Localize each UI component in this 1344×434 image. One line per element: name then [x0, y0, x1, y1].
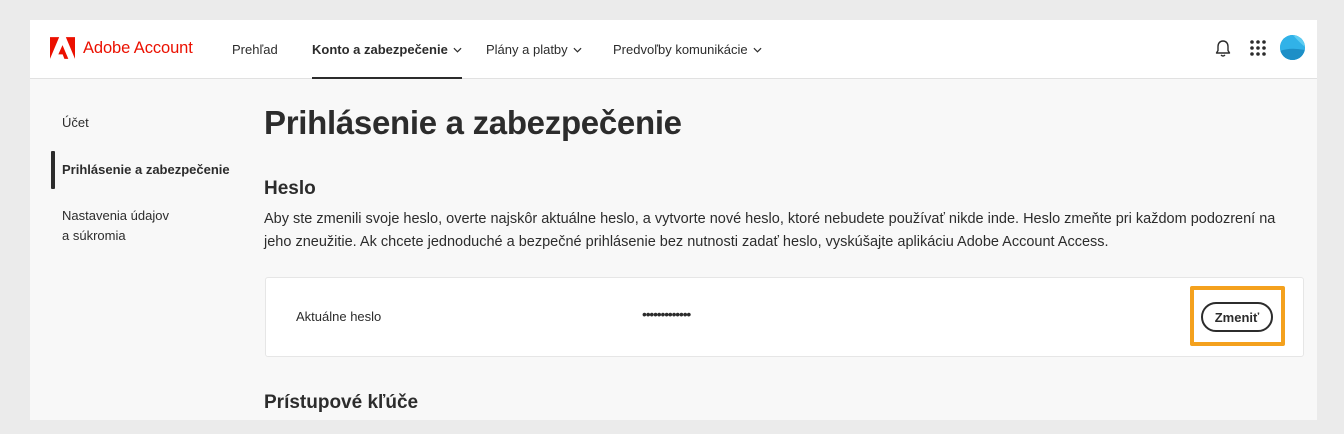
page-title: Prihlásenie a zabezpečenie	[264, 104, 682, 141]
nav-item-account-security[interactable]: Konto a zabezpečenie	[312, 20, 462, 79]
password-heading: Heslo	[264, 178, 316, 199]
adobe-logo-icon	[50, 37, 75, 59]
brand-name: Adobe Account	[83, 38, 193, 57]
sidebar-active-indicator	[51, 151, 55, 189]
current-password-value: •••••••••••••	[642, 306, 691, 322]
passkeys-heading: Prístupové kľúče	[264, 392, 419, 413]
top-navigation: Adobe Account Prehľad Konto a zabezpečen…	[30, 20, 1317, 79]
sidebar-item-label: Účet	[62, 115, 89, 130]
sidebar-item-label: Nastavenia údajov	[62, 208, 169, 223]
avatar-image-icon	[1280, 35, 1305, 60]
current-password-card: Aktuálne heslo ••••••••••••• Zmeniť	[265, 277, 1304, 357]
chevron-down-icon	[453, 47, 462, 53]
nav-item-label: Prehľad	[232, 42, 278, 57]
sidebar-item-account[interactable]: Účet	[62, 113, 89, 133]
bell-icon[interactable]	[1214, 39, 1232, 58]
sidebar-item-label-line2: a súkromia	[62, 228, 126, 243]
apps-grid-icon[interactable]	[1249, 39, 1267, 57]
nav-item-label: Plány a platby	[486, 42, 568, 57]
chevron-down-icon	[753, 47, 762, 53]
nav-item-overview[interactable]: Prehľad	[232, 20, 278, 79]
brand-logo[interactable]: Adobe Account	[50, 37, 193, 59]
chevron-down-icon	[573, 47, 582, 53]
avatar[interactable]	[1280, 35, 1305, 60]
nav-item-label: Predvoľby komunikácie	[613, 42, 748, 57]
nav-item-plans-payments[interactable]: Plány a platby	[486, 20, 582, 79]
app-frame: Adobe Account Prehľad Konto a zabezpečen…	[30, 20, 1317, 420]
sidebar-item-data-privacy[interactable]: Nastavenia údajov a súkromia	[62, 206, 169, 246]
nav-item-communication-preferences[interactable]: Predvoľby komunikácie	[613, 20, 762, 79]
password-description: Aby ste zmenili svoje heslo, overte najs…	[264, 211, 1276, 250]
sidebar-item-sign-in-security[interactable]: Prihlásenie a zabezpečenie	[62, 160, 230, 180]
current-password-label: Aktuálne heslo	[296, 309, 382, 324]
sidebar-item-label: Prihlásenie a zabezpečenie	[62, 162, 230, 177]
change-password-button[interactable]: Zmeniť	[1201, 302, 1273, 332]
nav-item-label: Konto a zabezpečenie	[312, 42, 448, 57]
